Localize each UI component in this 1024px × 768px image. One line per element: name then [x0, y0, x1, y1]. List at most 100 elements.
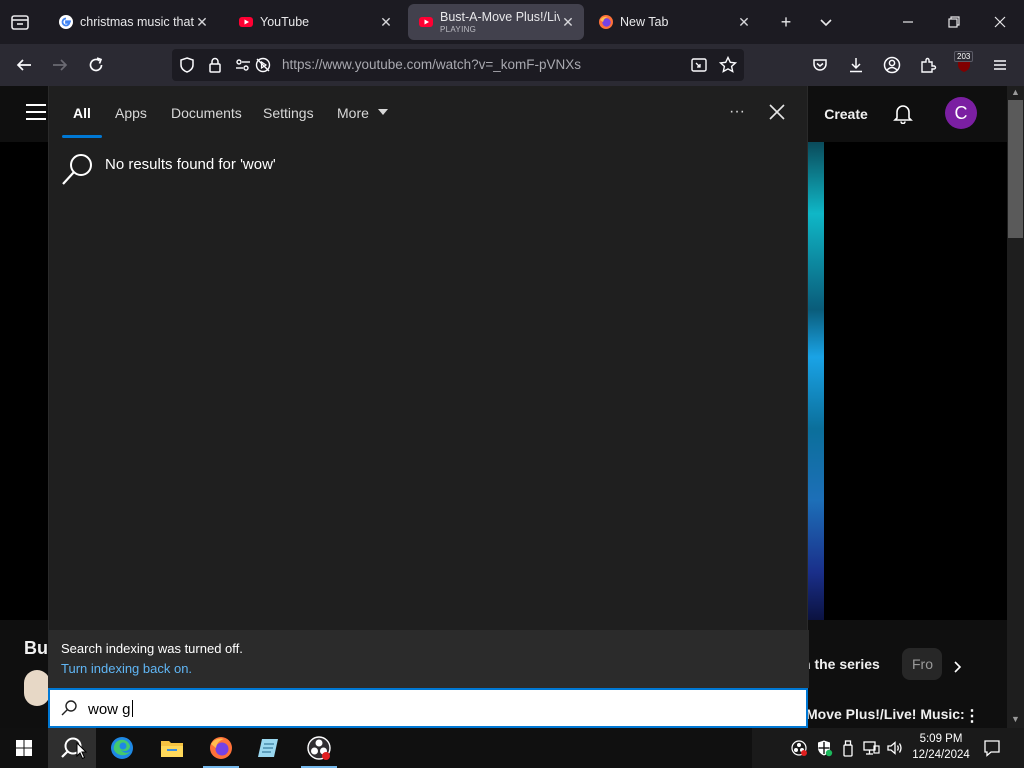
- back-arrow-icon[interactable]: [12, 53, 36, 77]
- taskbar-obs-app[interactable]: [295, 728, 343, 768]
- pocket-icon[interactable]: [808, 53, 832, 77]
- youtube-menu-icon[interactable]: [26, 104, 46, 120]
- restore-icon[interactable]: [944, 12, 964, 32]
- tab-settings[interactable]: Settings: [263, 105, 314, 121]
- url-text[interactable]: https://www.youtube.com/watch?v=_komF-pV…: [282, 57, 581, 72]
- tab-close-icon[interactable]: ✕: [560, 14, 576, 30]
- taskbar-notepad-app[interactable]: [245, 728, 293, 768]
- address-bar[interactable]: https://www.youtube.com/watch?v=_komF-pV…: [172, 49, 744, 81]
- tab-close-icon[interactable]: ✕: [378, 14, 394, 30]
- tab-close-icon[interactable]: ✕: [194, 14, 210, 30]
- search-icon: [61, 152, 95, 186]
- picture-in-picture-icon[interactable]: [690, 56, 708, 79]
- defender-shield-icon[interactable]: [815, 739, 833, 757]
- from-chip[interactable]: Fro: [902, 648, 942, 680]
- scroll-up-arrow-icon[interactable]: ▲: [1007, 86, 1024, 98]
- tab-close-icon[interactable]: ✕: [736, 14, 752, 30]
- extension-badge: 203: [954, 51, 974, 62]
- firefox-icon: [598, 14, 614, 30]
- page-scrollbar[interactable]: ▲ ▼: [1007, 86, 1024, 728]
- window-close-icon[interactable]: [990, 12, 1010, 32]
- browser-tab-4[interactable]: New Tab ✕: [588, 4, 760, 40]
- chevron-down-icon[interactable]: [816, 12, 836, 32]
- youtube-icon: [418, 14, 434, 30]
- scrollbar-thumb[interactable]: [1008, 100, 1023, 238]
- more-options-icon[interactable]: ···: [725, 100, 749, 124]
- folder-icon: [161, 741, 183, 757]
- tab-title: Bust-A-Move Plus!/Liv: [440, 10, 560, 24]
- tab-title: New Tab: [620, 15, 669, 29]
- tab-more-label: More: [337, 105, 369, 121]
- clock-date: 12/24/2024: [912, 749, 970, 761]
- youtube-icon: [238, 14, 254, 30]
- more-vertical-icon[interactable]: ⋮: [964, 706, 980, 726]
- scroll-down-arrow-icon[interactable]: ▼: [1007, 713, 1024, 725]
- tab-title: christmas music that is: [80, 15, 194, 29]
- reload-icon[interactable]: [84, 53, 108, 77]
- forward-arrow-icon[interactable]: [48, 53, 72, 77]
- shield-icon[interactable]: [178, 56, 196, 79]
- channel-avatar[interactable]: [24, 670, 50, 706]
- notepad-icon: [258, 739, 278, 757]
- notification-center-icon[interactable]: [982, 738, 1002, 758]
- extensions-icon[interactable]: [916, 53, 940, 77]
- hamburger-menu-icon[interactable]: [988, 53, 1012, 77]
- notifications-bell-icon[interactable]: [892, 102, 914, 125]
- screen: christmas music that is ✕ YouTube ✕ Bust…: [0, 0, 1024, 768]
- search-input[interactable]: wow g: [48, 688, 808, 728]
- clock-time: 5:09 PM: [919, 733, 963, 745]
- usb-device-icon[interactable]: [839, 739, 857, 757]
- youtube-create-button[interactable]: Create: [812, 100, 880, 128]
- download-icon[interactable]: [844, 53, 868, 77]
- mouse-cursor-icon: [76, 742, 88, 760]
- taskbar-file-explorer-app[interactable]: [148, 728, 196, 768]
- series-chip[interactable]: n the series: [802, 656, 880, 672]
- obs-tray-icon[interactable]: [790, 739, 808, 757]
- bookmark-star-icon[interactable]: [718, 55, 738, 80]
- windows-logo-icon: [16, 740, 32, 756]
- search-scope-tabs: All Apps Documents Settings More ···: [49, 86, 809, 140]
- chevron-right-icon[interactable]: [950, 660, 964, 679]
- taskbar-firefox-app[interactable]: [197, 728, 245, 768]
- tab-playing-label: PLAYING: [440, 25, 477, 34]
- tab-list-icon[interactable]: [8, 10, 32, 34]
- avatar[interactable]: C: [945, 97, 977, 129]
- google-icon: [58, 14, 74, 30]
- permissions-icon[interactable]: [234, 56, 252, 79]
- lock-icon[interactable]: [206, 56, 224, 79]
- start-button[interactable]: [0, 728, 48, 768]
- tab-title: YouTube: [260, 15, 310, 29]
- video-title: Bu: [24, 638, 48, 658]
- turn-indexing-on-link[interactable]: Turn indexing back on.: [61, 661, 192, 676]
- tab-all[interactable]: All: [73, 105, 91, 121]
- next-video-title[interactable]: Move Plus!/Live! Music:: [806, 706, 965, 722]
- no-results-message: No results found for 'wow': [105, 156, 276, 173]
- browser-navigation-bar: https://www.youtube.com/watch?v=_komF-pV…: [0, 44, 1024, 86]
- browser-tab-3[interactable]: Bust-A-Move Plus!/Liv PLAYING ✕: [408, 4, 584, 40]
- taskbar-edge-app[interactable]: [98, 728, 146, 768]
- windows-taskbar: 5:09 PM 12/24/2024: [0, 728, 1024, 768]
- new-tab-plus-icon[interactable]: +: [776, 12, 796, 32]
- tab-more[interactable]: More: [337, 105, 389, 121]
- taskbar-clock[interactable]: 5:09 PM 12/24/2024: [906, 731, 976, 763]
- edge-icon: [111, 737, 133, 759]
- minimize-icon[interactable]: [898, 12, 918, 32]
- account-icon[interactable]: [880, 53, 904, 77]
- search-query-text[interactable]: wow g: [88, 700, 133, 718]
- windows-search-panel: All Apps Documents Settings More ··· No …: [48, 86, 809, 688]
- indexing-status-text: Search indexing was turned off.: [61, 641, 243, 656]
- taskbar-search-button[interactable]: [48, 728, 96, 768]
- network-icon[interactable]: [862, 739, 880, 757]
- close-icon[interactable]: [765, 100, 789, 124]
- text-caret: [131, 700, 133, 717]
- tab-apps[interactable]: Apps: [115, 105, 147, 121]
- browser-tab-2[interactable]: YouTube ✕: [228, 4, 402, 40]
- obs-icon: [307, 736, 331, 760]
- tab-documents[interactable]: Documents: [171, 105, 242, 121]
- volume-icon[interactable]: [886, 739, 904, 757]
- caret-down-icon: [377, 109, 388, 115]
- browser-tab-1[interactable]: christmas music that is ✕: [48, 4, 218, 40]
- firefox-icon: [210, 737, 232, 759]
- search-icon: [60, 699, 78, 717]
- autoplay-blocked-icon[interactable]: [254, 56, 272, 79]
